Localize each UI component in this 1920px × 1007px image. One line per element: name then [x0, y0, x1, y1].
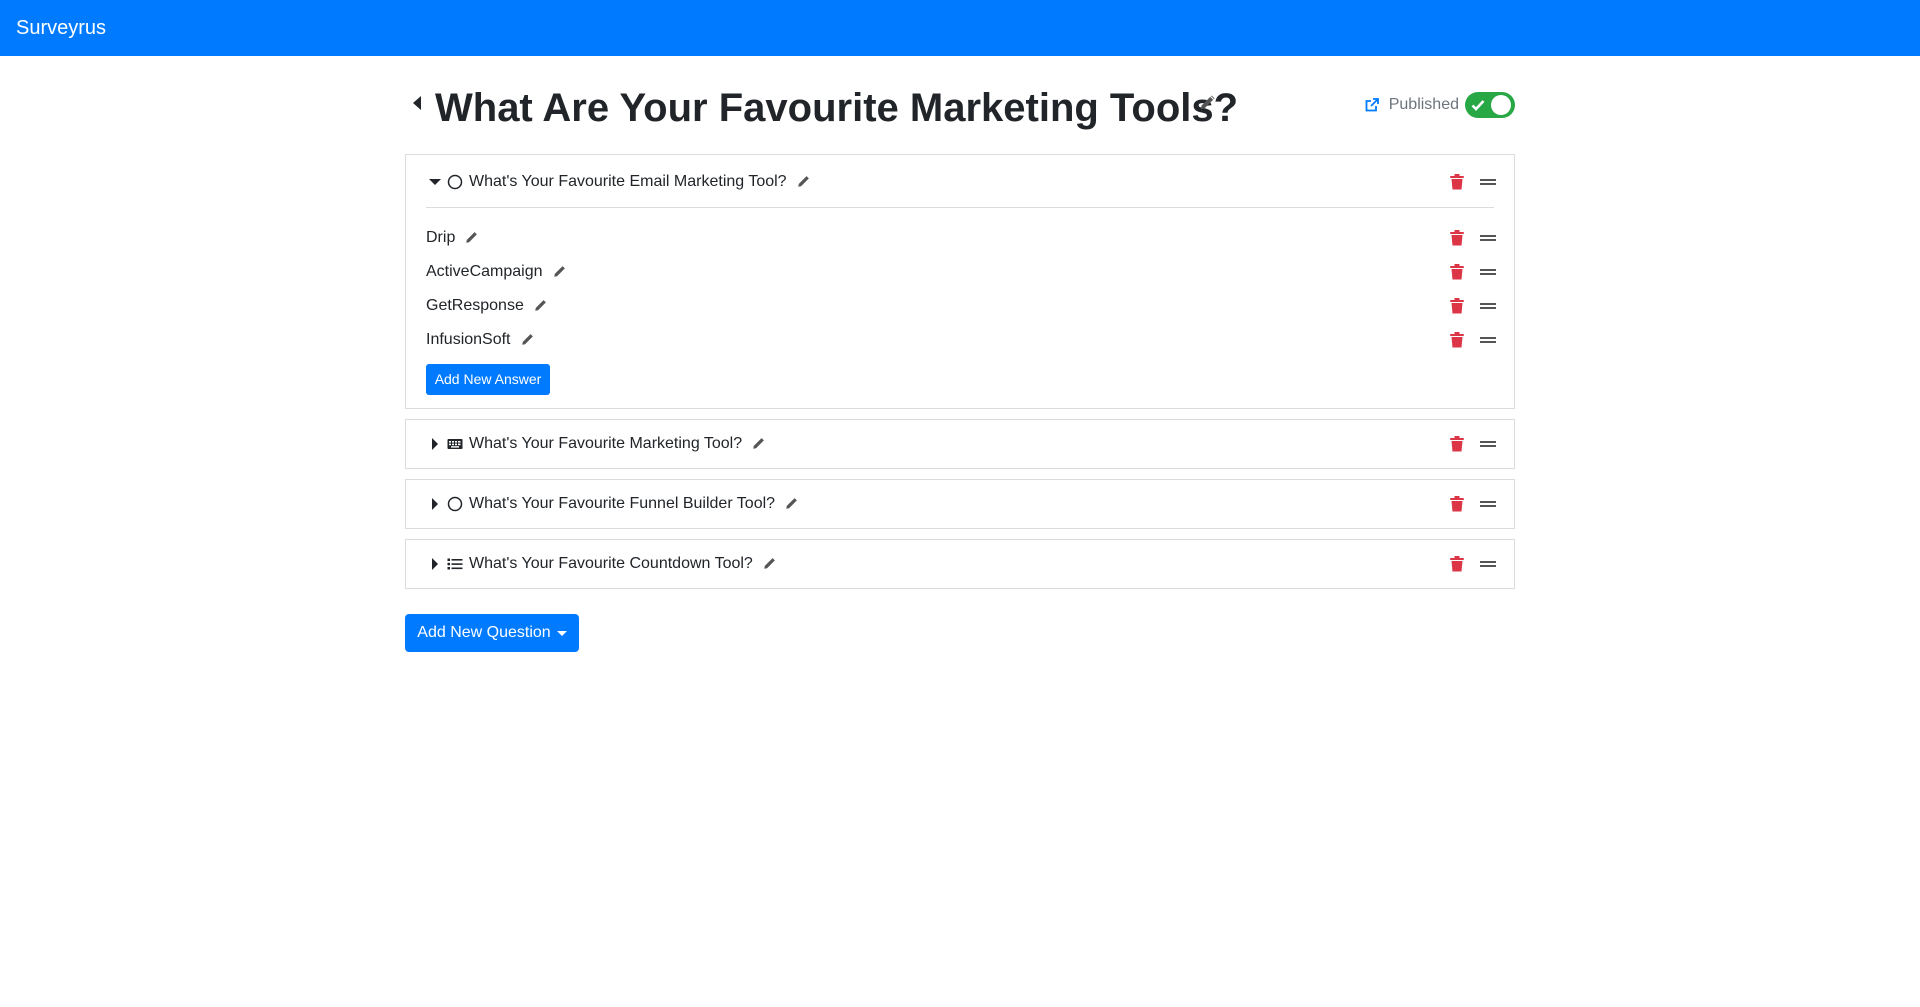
- question-text: What's Your Favourite Countdown Tool?: [469, 555, 753, 572]
- radio-circle-icon: [447, 496, 463, 512]
- drag-handle-icon[interactable]: [1480, 335, 1496, 345]
- question-card: What's Your Favourite Countdown Tool?: [405, 539, 1515, 589]
- external-link-icon[interactable]: [1364, 97, 1380, 113]
- edit-pencil-icon[interactable]: [762, 557, 776, 571]
- drag-handle-icon[interactable]: [1480, 499, 1496, 509]
- add-new-question-label: Add New Question: [417, 624, 551, 641]
- question-text: What's Your Favourite Funnel Builder Too…: [469, 495, 776, 512]
- trash-icon[interactable]: [1450, 496, 1464, 512]
- drag-handle-icon[interactable]: [1480, 177, 1496, 187]
- brand-logo[interactable]: Surveyrus: [16, 0, 106, 56]
- survey-header: What Are Your Favourite Marketing Tools?…: [405, 82, 1515, 132]
- drag-handle-icon[interactable]: [1480, 267, 1496, 277]
- dropdown-caret-icon: [556, 630, 567, 636]
- question-row: What's Your Favourite Funnel Builder Too…: [406, 492, 1514, 516]
- question-text: What's Your Favourite Marketing Tool?: [469, 435, 743, 452]
- published-label: Published: [1388, 96, 1459, 113]
- question-card: What's Your Favourite Funnel Builder Too…: [405, 479, 1515, 529]
- answer-actions: [406, 294, 1514, 318]
- edit-title-pencil-icon[interactable]: [1198, 94, 1216, 112]
- back-caret-icon[interactable]: [413, 96, 421, 110]
- collapse-caret-icon[interactable]: [429, 179, 441, 185]
- drag-handle-icon[interactable]: [1480, 559, 1496, 569]
- expand-caret-icon[interactable]: [432, 438, 438, 450]
- question-row: What's Your Favourite Email Marketing To…: [406, 170, 1514, 194]
- question-card: What's Your Favourite Email Marketing To…: [405, 154, 1515, 409]
- list-icon: [447, 558, 463, 570]
- page-title: What Are Your Favourite Marketing Tools?: [435, 86, 1239, 130]
- publish-control: Published: [1364, 92, 1515, 118]
- trash-icon[interactable]: [1450, 298, 1464, 314]
- question-card: What's Your Favourite Marketing Tool?: [405, 419, 1515, 469]
- top-navbar: Surveyrus: [0, 0, 1920, 56]
- trash-icon[interactable]: [1450, 230, 1464, 246]
- drag-handle-icon[interactable]: [1480, 439, 1496, 449]
- trash-icon[interactable]: [1450, 264, 1464, 280]
- expand-caret-icon[interactable]: [432, 498, 438, 510]
- trash-icon[interactable]: [1450, 436, 1464, 452]
- trash-icon[interactable]: [1450, 174, 1464, 190]
- edit-pencil-icon[interactable]: [784, 497, 798, 511]
- trash-icon[interactable]: [1450, 332, 1464, 348]
- divider: [426, 207, 1494, 208]
- expand-caret-icon[interactable]: [432, 558, 438, 570]
- radio-circle-icon: [447, 174, 463, 190]
- add-new-answer-button[interactable]: Add New Answer: [426, 364, 550, 395]
- edit-pencil-icon[interactable]: [751, 437, 765, 451]
- add-new-question-button[interactable]: Add New Question: [405, 614, 579, 652]
- answer-actions: [406, 328, 1514, 352]
- question-row: What's Your Favourite Countdown Tool?: [406, 552, 1514, 576]
- check-icon: [1471, 100, 1485, 111]
- keyboard-icon: [447, 439, 463, 449]
- question-text: What's Your Favourite Email Marketing To…: [469, 173, 787, 190]
- trash-icon[interactable]: [1450, 556, 1464, 572]
- answer-actions: [406, 226, 1514, 250]
- published-toggle[interactable]: [1465, 92, 1515, 118]
- question-row: What's Your Favourite Marketing Tool?: [406, 432, 1514, 456]
- drag-handle-icon[interactable]: [1480, 233, 1496, 243]
- toggle-knob: [1491, 95, 1511, 115]
- edit-pencil-icon[interactable]: [796, 175, 810, 189]
- drag-handle-icon[interactable]: [1480, 301, 1496, 311]
- answer-actions: [406, 260, 1514, 284]
